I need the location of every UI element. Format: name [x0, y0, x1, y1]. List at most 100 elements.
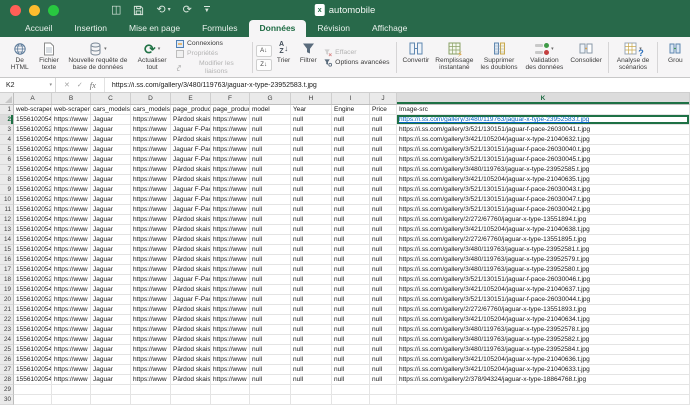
insert-function-icon[interactable]: fx: [90, 80, 96, 90]
cell-C1[interactable]: cars_models: [91, 105, 131, 115]
cell-B13[interactable]: https://www: [52, 225, 91, 235]
cell-F21[interactable]: https://www: [211, 305, 250, 315]
cell-D4[interactable]: https://www: [131, 135, 171, 145]
cell-B28[interactable]: https://www: [52, 375, 91, 385]
cell-A3[interactable]: 1556102052-: [14, 125, 52, 135]
name-box[interactable]: K2 ▾: [0, 78, 56, 92]
cell-E6[interactable]: Jaguar F-Pac: [171, 155, 211, 165]
cell-F27[interactable]: https://www: [211, 365, 250, 375]
cell-I25[interactable]: null: [332, 345, 370, 355]
confirm-entry-icon[interactable]: ✓: [77, 81, 83, 89]
cell-B4[interactable]: https://www: [52, 135, 91, 145]
row-header-16[interactable]: 16: [0, 255, 14, 265]
cell-F26[interactable]: https://www: [211, 355, 250, 365]
cell-B9[interactable]: https://www: [52, 185, 91, 195]
cell-J18[interactable]: null: [370, 275, 397, 285]
cell-E19[interactable]: Pārdod skais: [171, 285, 211, 295]
cell-H7[interactable]: null: [291, 165, 332, 175]
row-header-28[interactable]: 28: [0, 375, 14, 385]
cell-A16[interactable]: 1556102054-: [14, 255, 52, 265]
tab-insertion[interactable]: Insertion: [63, 20, 118, 37]
cell-H11[interactable]: null: [291, 205, 332, 215]
cell-C8[interactable]: Jaguar: [91, 175, 131, 185]
cell-I22[interactable]: null: [332, 315, 370, 325]
cell-C14[interactable]: Jaguar: [91, 235, 131, 245]
cell-D22[interactable]: https://www: [131, 315, 171, 325]
cell-K4[interactable]: https://i.ss.com/gallery/3/421/105204/ja…: [397, 135, 690, 145]
row-header-20[interactable]: 20: [0, 295, 14, 305]
cell-B24[interactable]: https://www: [52, 335, 91, 345]
cell-C28[interactable]: Jaguar: [91, 375, 131, 385]
cell-G29[interactable]: [250, 385, 291, 395]
cell-A6[interactable]: 1556102052-: [14, 155, 52, 165]
cell-G19[interactable]: null: [250, 285, 291, 295]
cell-D26[interactable]: https://www: [131, 355, 171, 365]
cell-C10[interactable]: Jaguar: [91, 195, 131, 205]
cell-A5[interactable]: 1556102052-: [14, 145, 52, 155]
cell-E18[interactable]: Jaguar F-Pac: [171, 275, 211, 285]
row-header-17[interactable]: 17: [0, 265, 14, 275]
cell-E30[interactable]: [171, 395, 211, 405]
row-header-10[interactable]: 10: [0, 195, 14, 205]
cell-C11[interactable]: Jaguar: [91, 205, 131, 215]
cell-E17[interactable]: Pārdod skais: [171, 265, 211, 275]
cell-A4[interactable]: 1556102054-: [14, 135, 52, 145]
column-header-C[interactable]: C: [91, 93, 131, 104]
cell-F20[interactable]: https://www: [211, 295, 250, 305]
refresh-caret-icon[interactable]: ▾: [158, 46, 161, 52]
cell-C19[interactable]: Jaguar: [91, 285, 131, 295]
cell-I11[interactable]: null: [332, 205, 370, 215]
row-header-18[interactable]: 18: [0, 275, 14, 285]
cell-K27[interactable]: https://i.ss.com/gallery/3/421/105204/ja…: [397, 365, 690, 375]
cell-D10[interactable]: https://www: [131, 195, 171, 205]
cell-G14[interactable]: null: [250, 235, 291, 245]
cell-H30[interactable]: [291, 395, 332, 405]
cell-J2[interactable]: null: [370, 115, 397, 125]
cell-D6[interactable]: https://www: [131, 155, 171, 165]
cell-G15[interactable]: null: [250, 245, 291, 255]
cell-I16[interactable]: null: [332, 255, 370, 265]
cell-H15[interactable]: null: [291, 245, 332, 255]
cell-E7[interactable]: Pārdod skais: [171, 165, 211, 175]
cell-H4[interactable]: null: [291, 135, 332, 145]
cell-K11[interactable]: https://i.ss.com/gallery/3/521/130151/ja…: [397, 205, 690, 215]
close-button[interactable]: [10, 4, 21, 16]
tab-mise-en-page[interactable]: Mise en page: [118, 20, 191, 37]
data-validation-button[interactable]: ▾ Validation des données: [523, 39, 566, 76]
cell-J3[interactable]: null: [370, 125, 397, 135]
cell-D15[interactable]: https://www: [131, 245, 171, 255]
cell-A28[interactable]: 1556102054-: [14, 375, 52, 385]
cell-J23[interactable]: null: [370, 325, 397, 335]
refresh-all-button[interactable]: ⟳ ▾ Actualiser tout: [132, 39, 172, 76]
cell-G3[interactable]: null: [250, 125, 291, 135]
tab-donnees[interactable]: Données: [248, 20, 307, 37]
column-header-B[interactable]: B: [52, 93, 91, 104]
cell-G10[interactable]: null: [250, 195, 291, 205]
cell-F28[interactable]: https://www: [211, 375, 250, 385]
cell-F3[interactable]: https://www: [211, 125, 250, 135]
cell-F13[interactable]: https://www: [211, 225, 250, 235]
minimize-button[interactable]: [29, 4, 40, 16]
cell-D1[interactable]: cars_models: [131, 105, 171, 115]
cell-B15[interactable]: https://www: [52, 245, 91, 255]
cell-G17[interactable]: null: [250, 265, 291, 275]
cell-H29[interactable]: [291, 385, 332, 395]
cell-B26[interactable]: https://www: [52, 355, 91, 365]
cell-B18[interactable]: https://www: [52, 275, 91, 285]
cell-J7[interactable]: null: [370, 165, 397, 175]
cell-D17[interactable]: https://www: [131, 265, 171, 275]
row-header-9[interactable]: 9: [0, 185, 14, 195]
cell-I21[interactable]: null: [332, 305, 370, 315]
cell-B30[interactable]: [52, 395, 91, 405]
cell-C27[interactable]: Jaguar: [91, 365, 131, 375]
row-header-2[interactable]: 2: [0, 115, 14, 125]
cell-I5[interactable]: null: [332, 145, 370, 155]
row-header-3[interactable]: 3: [0, 125, 14, 135]
cell-E8[interactable]: Pārdod skais: [171, 175, 211, 185]
cell-G28[interactable]: null: [250, 375, 291, 385]
cell-I3[interactable]: null: [332, 125, 370, 135]
cell-D30[interactable]: [131, 395, 171, 405]
cell-C9[interactable]: Jaguar: [91, 185, 131, 195]
filter-button[interactable]: Filtrer: [297, 39, 321, 76]
cell-C22[interactable]: Jaguar: [91, 315, 131, 325]
